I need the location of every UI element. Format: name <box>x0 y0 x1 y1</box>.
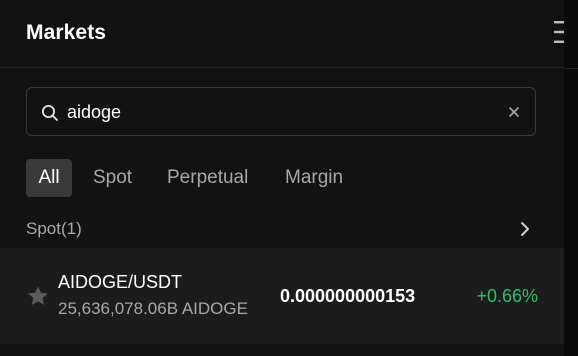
side-strip <box>564 0 578 356</box>
markets-panel: Markets All Spot Perpetual Margin Spot(1… <box>0 0 564 356</box>
tab-spot[interactable]: Spot <box>93 159 132 197</box>
star-icon[interactable] <box>26 284 50 308</box>
strip-divider <box>564 68 578 69</box>
clear-icon[interactable] <box>507 105 521 119</box>
tab-all[interactable]: All <box>26 159 72 197</box>
search-box[interactable] <box>26 87 536 136</box>
price-change: +0.66% <box>476 286 538 306</box>
tab-perpetual[interactable]: Perpetual <box>167 159 248 197</box>
tab-margin[interactable]: Margin <box>285 159 343 197</box>
search-icon <box>42 105 58 121</box>
pair-name: AIDOGE/USDT <box>58 272 183 292</box>
markets-header: Markets <box>0 0 564 67</box>
last-price: 0.000000000153 <box>280 286 416 306</box>
section-label: Spot(1) <box>26 219 82 238</box>
volume-text: 25,636,078.06B AIDOGE <box>58 299 248 318</box>
section-header-spot[interactable]: Spot(1) <box>0 212 564 246</box>
market-row[interactable]: AIDOGE/USDT 25,636,078.06B AIDOGE 0.0000… <box>0 248 564 344</box>
chevron-right-icon[interactable] <box>518 221 532 237</box>
header-divider <box>0 67 564 68</box>
search-input[interactable] <box>67 100 487 124</box>
menu-icon[interactable] <box>553 19 565 45</box>
page-title: Markets <box>26 21 107 44</box>
